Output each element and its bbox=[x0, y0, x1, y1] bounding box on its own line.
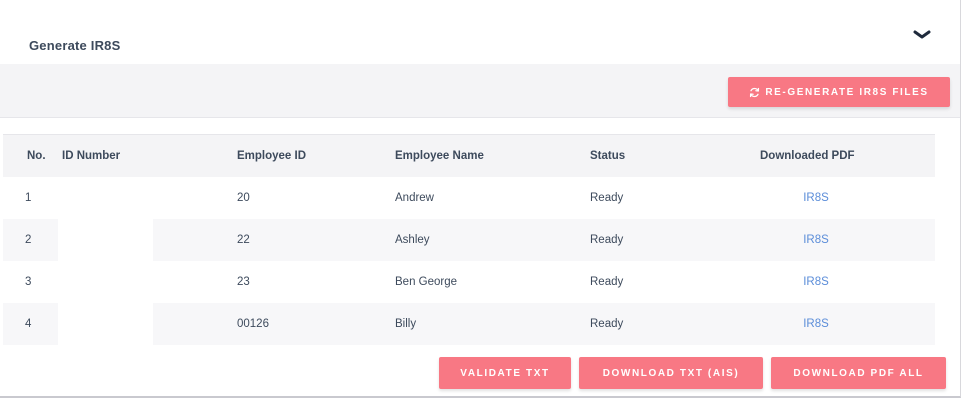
row-employee-id: 23 bbox=[237, 276, 250, 288]
header-downloaded-pdf: Downloaded PDF bbox=[760, 150, 855, 162]
row-no: 2 bbox=[25, 234, 32, 246]
row-status: Ready bbox=[590, 234, 624, 246]
footer-actions: VALIDATE TXT DOWNLOAD TXT (AIS) DOWNLOAD… bbox=[0, 357, 960, 389]
employee-table: No. ID Number Employee ID Employee Name … bbox=[3, 134, 935, 345]
row-employee-name: Billy bbox=[395, 318, 417, 330]
refresh-icon bbox=[750, 87, 760, 97]
download-pdf-all-button[interactable]: DOWNLOAD PDF ALL bbox=[771, 357, 946, 389]
regenerate-label: RE-GENERATE IR8S FILES bbox=[765, 86, 929, 98]
panel-header: Generate IR8S bbox=[0, 0, 960, 64]
toolbar: RE-GENERATE IR8S FILES bbox=[0, 64, 960, 118]
panel-title: Generate IR8S bbox=[29, 38, 121, 53]
row-status: Ready bbox=[590, 192, 624, 204]
row-employee-name: Andrew bbox=[395, 192, 434, 204]
header-no: No. bbox=[27, 150, 46, 162]
row-employee-id: 22 bbox=[237, 234, 250, 246]
row-pdf-link[interactable]: IR8S bbox=[760, 177, 872, 219]
validate-txt-button[interactable]: VALIDATE TXT bbox=[439, 357, 571, 389]
row-no: 4 bbox=[25, 318, 32, 330]
row-no: 1 bbox=[25, 192, 32, 204]
table-row: 1 20 Andrew Ready IR8S bbox=[3, 177, 935, 219]
row-pdf-link[interactable]: IR8S bbox=[760, 261, 872, 303]
row-status: Ready bbox=[590, 276, 624, 288]
table-header-row: No. ID Number Employee ID Employee Name … bbox=[3, 135, 935, 177]
row-employee-id: 20 bbox=[237, 192, 250, 204]
regenerate-ir8s-button[interactable]: RE-GENERATE IR8S FILES bbox=[728, 77, 950, 107]
download-txt-ais-button[interactable]: DOWNLOAD TXT (AIS) bbox=[579, 357, 763, 389]
row-employee-id: 00126 bbox=[237, 318, 269, 330]
redacted-id-cell bbox=[58, 303, 153, 345]
header-employee-id: Employee ID bbox=[237, 150, 307, 162]
generate-ir8s-panel: Generate IR8S RE-GENERATE IR8S FILES No.… bbox=[0, 0, 961, 398]
header-employee-name: Employee Name bbox=[395, 150, 484, 162]
header-id-number: ID Number bbox=[62, 150, 121, 162]
table-row: 4 00126 Billy Ready IR8S bbox=[3, 303, 935, 345]
redacted-id-cell bbox=[58, 219, 153, 261]
row-employee-name: Ashley bbox=[395, 234, 430, 246]
chevron-down-icon[interactable] bbox=[912, 28, 932, 42]
header-status: Status bbox=[590, 150, 626, 162]
row-pdf-link[interactable]: IR8S bbox=[760, 303, 872, 345]
row-no: 3 bbox=[25, 276, 32, 288]
table-row: 3 23 Ben George Ready IR8S bbox=[3, 261, 935, 303]
row-employee-name: Ben George bbox=[395, 276, 458, 288]
row-status: Ready bbox=[590, 318, 624, 330]
table-row: 2 22 Ashley Ready IR8S bbox=[3, 219, 935, 261]
row-pdf-link[interactable]: IR8S bbox=[760, 219, 872, 261]
